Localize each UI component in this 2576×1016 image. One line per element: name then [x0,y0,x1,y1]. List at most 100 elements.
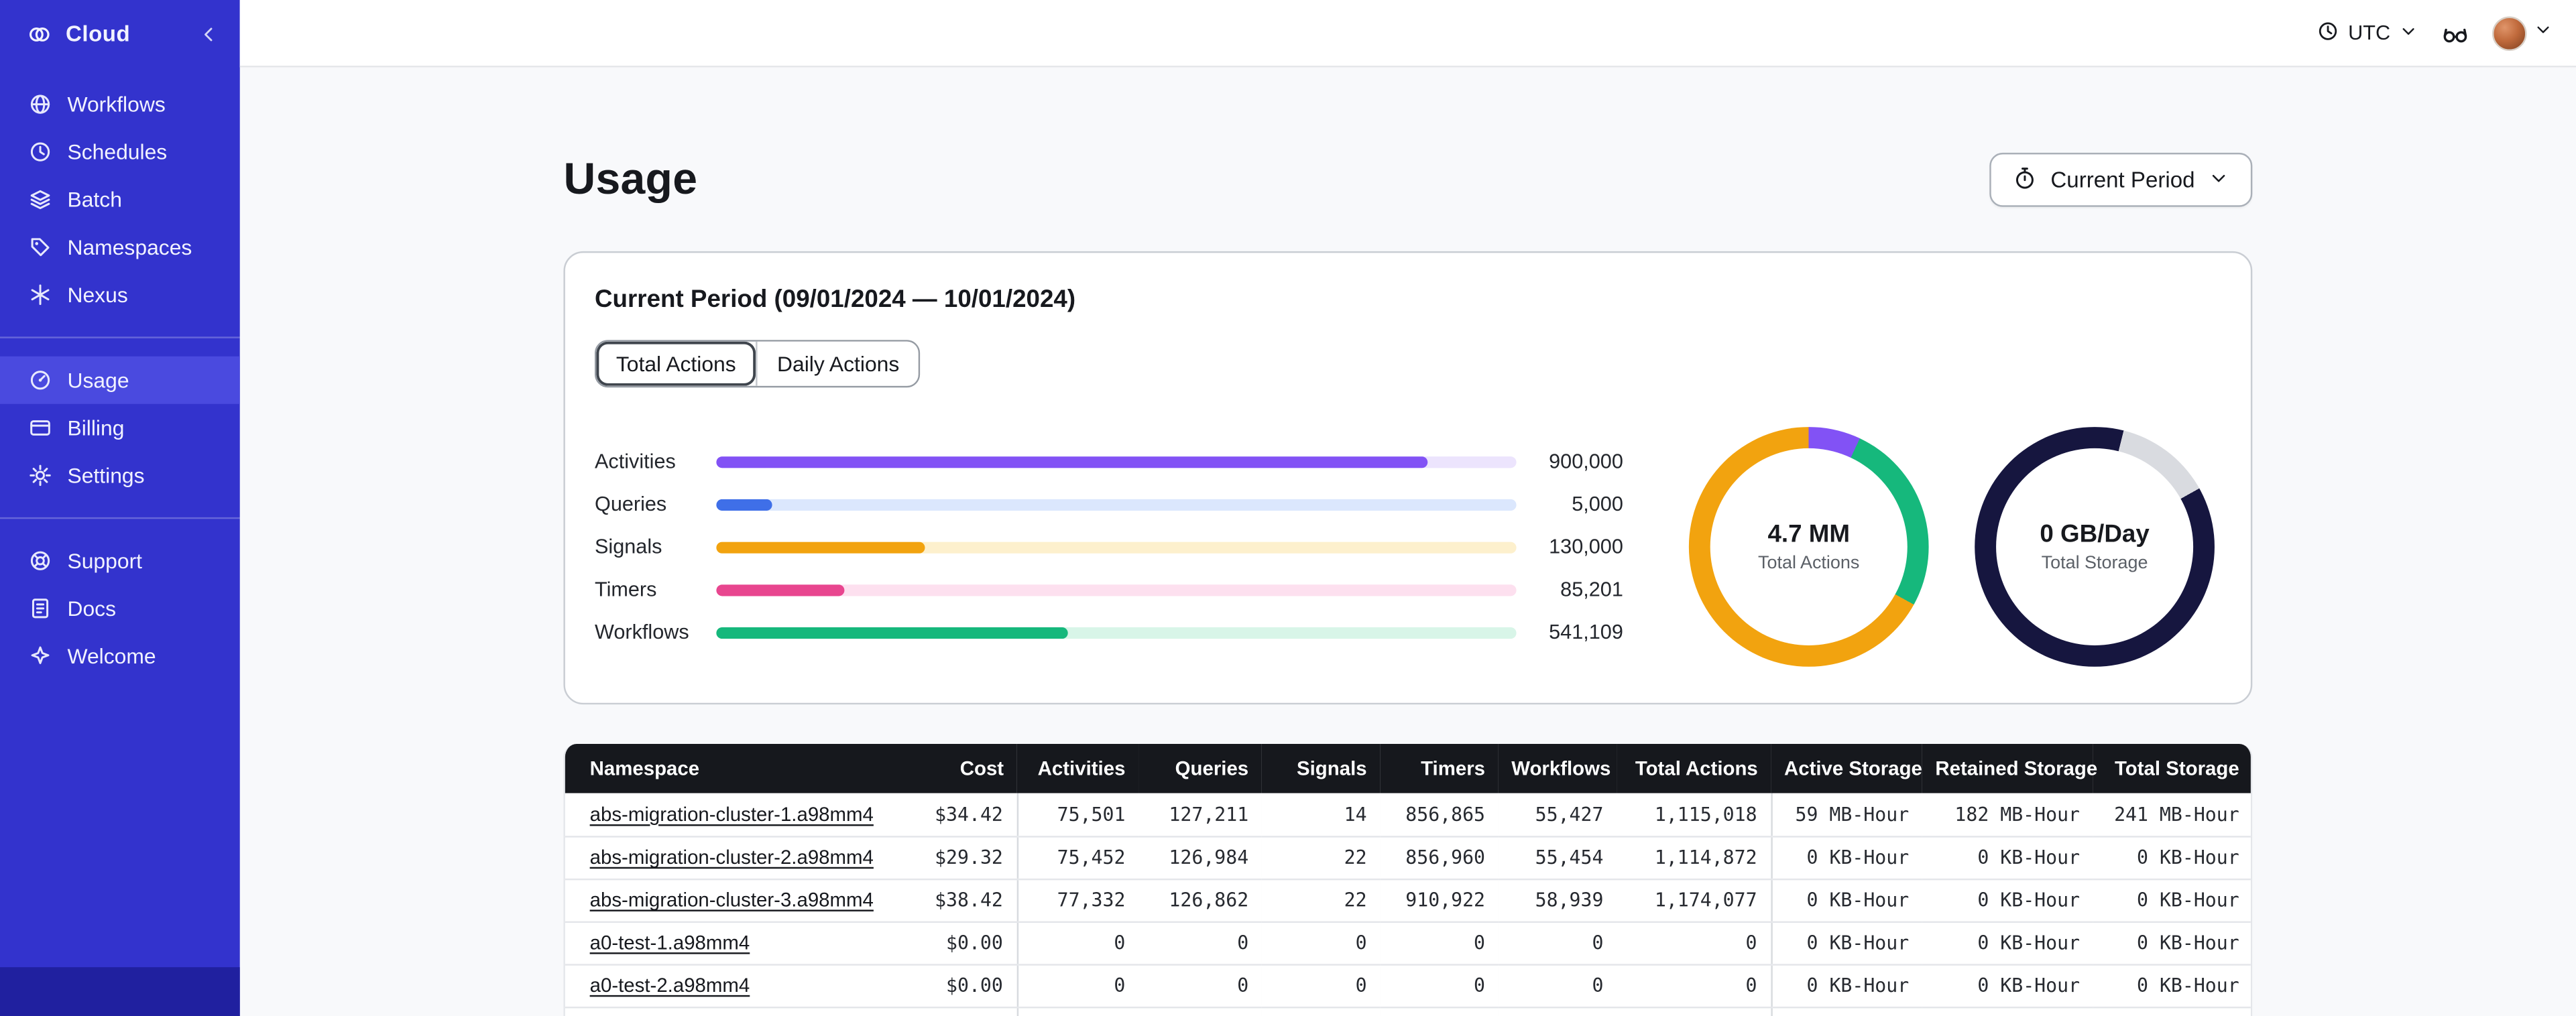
sidebar-item-label: Schedules [67,139,168,165]
namespace-link[interactable]: abs-migration-cluster-3.a98mm4 [590,889,874,911]
column-header-active-storage: Active Storage [1771,743,1922,793]
stopwatch-icon [2013,165,2038,194]
batch-icon [28,187,53,212]
cell-total-actions: 1,174,077 [1617,878,1771,922]
workflows-icon [28,92,53,117]
account-menu[interactable] [2492,15,2553,50]
donut-label: Total Actions [1758,553,1860,574]
usage-icon [28,368,53,393]
cell-active-storage: 59 MB-Hour [1770,793,1922,837]
brand-label: Cloud [66,21,131,46]
bar-row-timers: Timers 85,201 [595,568,1623,611]
cell-timers: 0 [1380,1007,1499,1016]
cell-timers: 0 [1380,921,1499,965]
sidebar-item-label: Namespaces [67,235,192,260]
column-header-queries: Queries [1138,743,1262,793]
cell-cost: $38.42 [892,878,1017,922]
docs-icon [28,596,53,621]
billing-icon [28,416,53,440]
sidebar-item-label: Welcome [67,643,156,669]
donut-center: 0 GB/Day Total Storage [1975,427,2215,667]
cell-cost: $0.00 [892,1007,1017,1016]
cell-cost: $29.32 [892,836,1017,880]
avatar [2492,15,2527,50]
cell-activities: 0 [1016,921,1139,965]
sidebar-item-label: Nexus [67,282,128,308]
cell-activities: 75,501 [1016,793,1139,837]
cell-activities: 77,332 [1016,878,1139,922]
column-header-cost: Cost [892,743,1017,793]
sidebar-item-billing[interactable]: Billing [0,404,240,452]
sidebar-item-label: Support [67,548,143,574]
bar-fill [716,455,1429,468]
column-header-signals: Signals [1261,743,1381,793]
sidebar-item-support[interactable]: Support [0,537,240,584]
cell-signals: 0 [1261,964,1381,1008]
namespace-link[interactable]: abs-migration-cluster-1.a98mm4 [590,803,874,826]
bar-track [716,498,1517,510]
sidebar-item-batch[interactable]: Batch [0,176,240,223]
namespace-cell: a0-test-2.a98mm4 [565,964,892,1008]
period-selector-button[interactable]: Current Period [1989,152,2253,207]
bar-fill [716,541,925,553]
sidebar-item-settings[interactable]: Settings [0,452,240,499]
table-header-row: Namespace Cost Activities Queries Signals Tim… [565,743,2251,793]
sidebar-item-namespaces[interactable]: Namespaces [0,223,240,271]
temporal-logo-icon [26,21,52,47]
donut-center: 4.7 MM Total Actions [1689,427,1929,667]
card-title: Current Period (09/01/2024 — 10/01/2024) [594,285,1076,314]
bar-label: Activities [594,450,676,473]
namespace-link[interactable]: abs-migration-cluster-2.a98mm4 [590,846,874,869]
sidebar-item-nexus[interactable]: Nexus [0,271,240,318]
namespace-cell: abs-migration-cluster-3.a98mm4 [565,878,892,922]
sidebar-item-docs[interactable]: Docs [0,584,240,632]
sidebar-item-workflows[interactable]: Workflows [0,80,240,128]
bar-fill [716,626,1069,638]
bar-track [716,541,1517,553]
cell-total-storage: 241 MB-Hour [2093,793,2251,837]
usage-summary-card: Current Period (09/01/2024 — 10/01/2024)… [563,251,2253,705]
table-row: bk-worker-test.a98mm4$0.000000110 KB-Hou… [565,1007,2251,1016]
cell-total-actions: 0 [1617,964,1771,1008]
donut-value: 0 GB/Day [2040,520,2150,549]
sidebar-nav: Workflows Schedules Batch Namespaces Nexus Us… [0,67,240,967]
cell-total-storage: 0 KB-Hour [2093,964,2251,1008]
table-row: abs-migration-cluster-1.a98mm4 $34.42 75,5… [565,793,2251,837]
namespace-link[interactable]: a0-test-1.a98mm4 [590,931,750,954]
support-icon [28,548,53,573]
sidebar-collapse-button[interactable] [197,22,220,45]
cell-cost: $34.42 [892,793,1017,837]
bar-track [716,455,1517,468]
sidebar-item-welcome[interactable]: Welcome [0,632,240,680]
sidebar-divider [0,517,240,519]
cell-total-actions: 1 [1617,1007,1771,1016]
cell-queries: 126,862 [1138,878,1262,922]
cell-cost: $0.00 [892,921,1017,965]
tab-daily-actions[interactable]: Daily Actions [756,341,919,386]
tab-total-actions[interactable]: Total Actions [596,341,756,386]
welcome-icon [28,644,53,669]
sidebar-item-schedules[interactable]: Schedules [0,128,240,176]
bar-value: 130,000 [1549,535,1623,559]
clock-icon [2317,19,2340,47]
bar-label: Queries [594,493,667,516]
cell-activities: 75,452 [1016,836,1139,880]
timezone-picker[interactable]: UTC [2317,19,2418,47]
cell-workflows: 55,454 [1498,836,1617,880]
cell-total-actions: 0 [1617,921,1771,965]
donut-total-storage: 0 GB/Day Total Storage [1975,427,2215,667]
cell-total-actions: 1,114,872 [1617,836,1771,880]
namespace-cell: bk-worker-test.a98mm4 [565,1007,892,1016]
cell-retained-storage: 0 KB-Hour [1922,921,2093,965]
sidebar-item-label: Batch [67,187,122,212]
sidebar-item-usage[interactable]: Usage [0,356,240,404]
sidebar-item-label: Docs [67,596,117,621]
cell-active-storage: 0 KB-Hour [1770,1007,1922,1016]
app-window: Cloud Workflows Schedules Batch Namespaces N… [0,0,2576,1016]
cell-retained-storage: 0 KB-Hour [1922,836,2093,880]
page-title: Usage [563,154,698,204]
namespace-link[interactable]: a0-test-2.a98mm4 [590,974,750,997]
glasses-icon[interactable] [2441,19,2469,47]
topbar: UTC [239,0,2576,68]
schedules-icon [28,139,53,164]
